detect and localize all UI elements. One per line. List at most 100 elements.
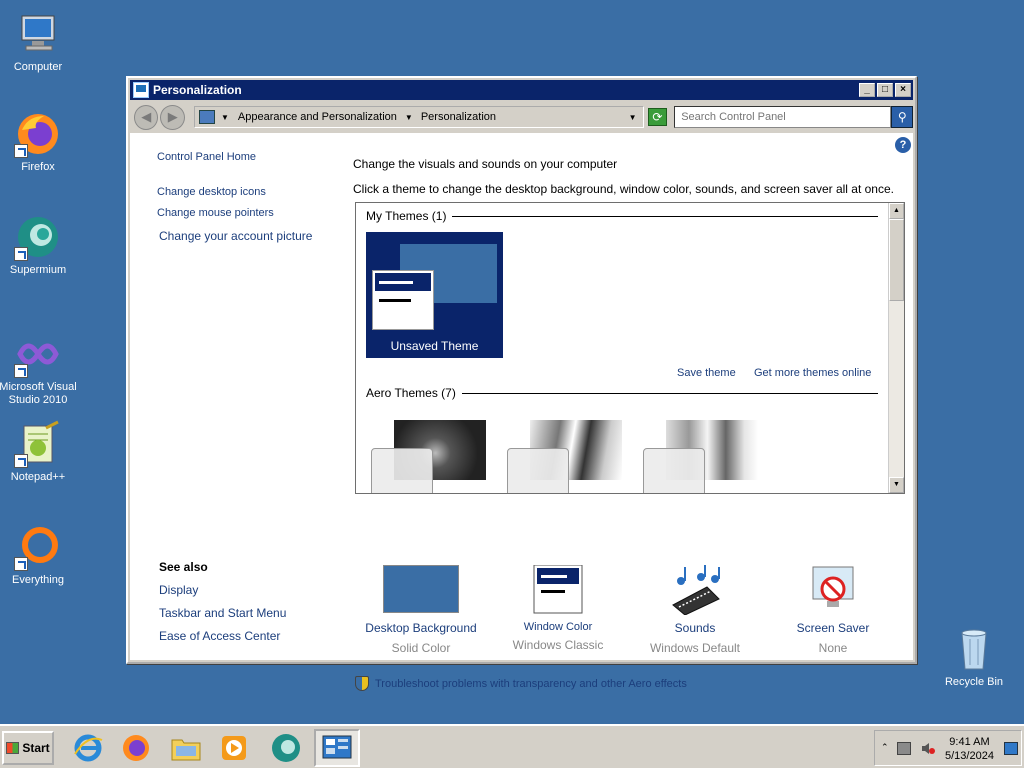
taskbar-firefox[interactable] <box>120 732 152 764</box>
setting-label: Screen Saver <box>796 621 870 635</box>
taskbar-supermium[interactable] <box>270 732 302 764</box>
content-area: Control Panel Home Change desktop icons … <box>130 133 913 691</box>
desktop-icon-notepadpp[interactable]: Notepad++ <box>0 420 78 484</box>
start-button[interactable]: Start <box>2 731 54 765</box>
setting-label: Desktop Background <box>365 621 477 635</box>
desktop-icon-label: Firefox <box>21 161 55 173</box>
screen-saver-setting[interactable]: Screen Saver None <box>763 565 903 655</box>
breadcrumb-item[interactable]: Appearance and Personalization <box>238 111 397 123</box>
theme-item-unsaved[interactable]: Unsaved Theme <box>366 232 503 358</box>
chevron-right-icon[interactable]: ▼ <box>221 113 229 122</box>
breadcrumb[interactable]: ▼ Appearance and Personalization ▼ Perso… <box>193 106 644 128</box>
taskbar-personalization[interactable] <box>314 729 360 767</box>
desktop-icon-supermium[interactable]: Supermium <box>0 213 78 277</box>
desktop-icon-computer[interactable]: Computer <box>0 10 78 74</box>
scroll-down-button[interactable]: ▼ <box>889 477 904 493</box>
system-tray: ⌃ 9:41 AM 5/13/2024 <box>874 730 1022 766</box>
desktop-icon-everything[interactable]: Everything <box>0 523 78 587</box>
theme-preview-window <box>371 448 433 493</box>
setting-value: Solid Color <box>391 641 451 655</box>
firefox-icon <box>14 110 62 158</box>
theme-item-aero[interactable] <box>638 420 768 493</box>
display-link[interactable]: Display <box>159 583 198 597</box>
setting-label: Sounds <box>674 621 716 635</box>
scrollbar[interactable]: ▲ ▼ <box>888 203 904 493</box>
divider <box>461 392 878 394</box>
aero-themes-header: Aero Themes (7) <box>366 386 878 400</box>
personalization-window: Personalization _ □ × ◀ ▶ ▼ Appearance a… <box>126 76 917 691</box>
control-panel-icon <box>133 82 149 98</box>
change-mouse-pointers-link[interactable]: Change mouse pointers <box>157 207 274 219</box>
scroll-up-button[interactable]: ▲ <box>889 203 904 219</box>
breadcrumb-item[interactable]: Personalization <box>421 111 496 123</box>
chevron-right-icon[interactable]: ▼ <box>405 113 413 122</box>
search-input[interactable] <box>674 106 892 128</box>
setting-value: Windows Default <box>649 641 741 655</box>
desktop-icon-label: Notepad++ <box>10 471 66 483</box>
theme-preview-window <box>372 270 434 330</box>
window-color-setting[interactable]: Window Color Windows Classic <box>488 564 628 652</box>
maximize-button[interactable]: □ <box>877 83 893 97</box>
theme-item-aero[interactable] <box>366 420 496 493</box>
back-arrow-icon: ◀ <box>141 109 152 124</box>
forward-button[interactable]: ▶ <box>160 104 185 130</box>
supermium-icon <box>272 734 300 762</box>
help-button[interactable]: ? <box>895 137 911 153</box>
search-button[interactable]: ⚲ <box>891 106 914 128</box>
sounds-setting[interactable]: Sounds Windows Default <box>625 565 765 655</box>
taskbar: Start ⌃ 9:41 AM 5/13/2024 <box>0 724 1024 768</box>
page-heading: Change the visuals and sounds on your co… <box>353 157 618 171</box>
sounds-icon <box>657 565 733 616</box>
theme-item-aero[interactable] <box>502 420 632 493</box>
notepadpp-icon <box>14 420 62 468</box>
start-label: Start <box>22 741 50 755</box>
window-title: Personalization <box>153 83 242 97</box>
desktop-background-setting[interactable]: Desktop Background Solid Color <box>351 565 491 655</box>
get-more-themes-link[interactable]: Get more themes online <box>754 367 871 379</box>
desktop-icon-visual-studio[interactable]: Microsoft Visual Studio 2010 <box>0 330 78 407</box>
desktop-icon-firefox[interactable]: Firefox <box>0 110 78 174</box>
network-icon[interactable] <box>897 742 911 755</box>
taskbar-media-player[interactable] <box>218 732 250 764</box>
address-bar: ◀ ▶ ▼ Appearance and Personalization ▼ P… <box>130 102 914 132</box>
ease-of-access-link[interactable]: Ease of Access Center <box>159 629 280 643</box>
window-color-icon <box>520 564 596 615</box>
computer-icon <box>14 10 62 58</box>
refresh-button[interactable]: ⟳ <box>647 108 668 126</box>
back-button[interactable]: ◀ <box>134 104 159 130</box>
clock[interactable]: 9:41 AM 5/13/2024 <box>945 735 994 763</box>
forward-arrow-icon: ▶ <box>167 109 178 124</box>
media-player-icon <box>222 736 246 760</box>
save-theme-link[interactable]: Save theme <box>677 367 736 379</box>
taskbar-internet-explorer[interactable] <box>72 732 104 764</box>
show-desktop-icon[interactable] <box>1004 742 1018 755</box>
taskbar-start-menu-link[interactable]: Taskbar and Start Menu <box>159 606 286 620</box>
help-icon: ? <box>899 139 907 151</box>
chevron-down-icon[interactable]: ▼ <box>629 113 637 122</box>
windows-logo-icon <box>6 742 20 754</box>
change-desktop-icons-link[interactable]: Change desktop icons <box>157 186 266 198</box>
close-button[interactable]: × <box>895 83 911 97</box>
change-account-picture-link[interactable]: Change your account picture <box>159 229 312 243</box>
theme-name: Unsaved Theme <box>390 339 479 353</box>
setting-value: Windows Classic <box>512 638 604 652</box>
firefox-icon <box>123 735 149 761</box>
setting-value: None <box>818 641 848 655</box>
minimize-button[interactable]: _ <box>859 83 875 97</box>
volume-muted-icon[interactable] <box>921 742 935 755</box>
divider <box>452 215 878 217</box>
shield-icon <box>355 676 369 691</box>
page-subheading: Click a theme to change the desktop back… <box>353 182 894 196</box>
my-themes-header: My Themes (1) <box>366 209 878 223</box>
title-bar[interactable]: Personalization _ □ × <box>130 80 913 100</box>
control-panel-home-link[interactable]: Control Panel Home <box>157 151 256 163</box>
scroll-thumb[interactable] <box>889 219 904 301</box>
theme-list[interactable]: My Themes (1) Unsaved Theme Save theme G… <box>355 202 905 494</box>
desktop-icon-recycle-bin[interactable]: Recycle Bin <box>938 625 1010 688</box>
taskbar-file-explorer[interactable] <box>170 732 202 764</box>
troubleshoot-aero-link[interactable]: Troubleshoot problems with transparency … <box>355 676 687 691</box>
show-hidden-icons-button[interactable]: ⌃ <box>881 742 889 753</box>
setting-label: Window Color <box>523 621 593 633</box>
recycle-bin-icon <box>950 625 998 673</box>
desktop-icon-label: Recycle Bin <box>944 676 1004 688</box>
